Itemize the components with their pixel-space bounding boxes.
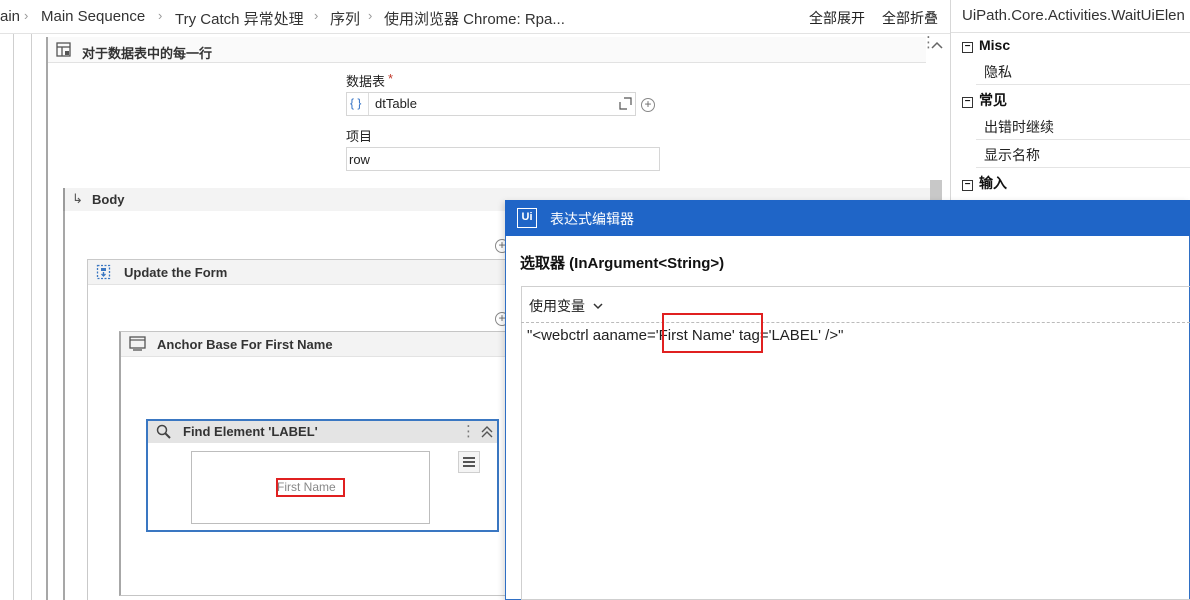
find-element-title: Find Element 'LABEL' (183, 424, 318, 439)
use-variable-label: 使用变量 (529, 298, 585, 314)
highlight-box (662, 313, 763, 353)
collapse-icon[interactable]: − (962, 180, 973, 191)
item-label: 项目 (346, 129, 373, 144)
datatable-label: 数据表 (346, 74, 386, 89)
body-left-border (63, 211, 65, 600)
for-each-row-title: 对于数据表中的每一行 (82, 46, 213, 61)
collapse-icon[interactable]: − (962, 97, 973, 108)
item-value: row (349, 152, 370, 167)
argument-type-label: 选取器 (InArgument<String>) (520, 255, 725, 272)
property-label: 显示名称 (984, 147, 1040, 163)
chevron-right-icon: › (314, 8, 319, 23)
search-icon (156, 424, 171, 439)
chevron-down-icon (593, 303, 603, 310)
property-label: 隐私 (984, 64, 1012, 80)
breadcrumb-item[interactable]: 序列 (330, 8, 360, 29)
double-chevron-up-icon[interactable] (480, 425, 494, 439)
chevron-right-icon: › (24, 8, 29, 23)
property-row[interactable]: 显示名称 (976, 142, 1190, 168)
breadcrumb-item[interactable]: Main Sequence (41, 8, 145, 25)
preview-label-text: First Name (277, 480, 336, 494)
expand-editor-icon[interactable] (619, 97, 632, 110)
sequence-icon (96, 264, 111, 280)
category-common[interactable]: − 常见 (962, 90, 1007, 110)
breadcrumb-item[interactable]: ain (0, 8, 20, 25)
category-label: 输入 (979, 175, 1007, 191)
use-variable-dropdown[interactable]: 使用变量 (529, 296, 603, 316)
more-options-icon[interactable]: ⋮ (461, 422, 476, 440)
breadcrumb-item[interactable]: Try Catch 异常处理 (175, 8, 304, 29)
divider (368, 93, 369, 115)
properties-title: UiPath.Core.Activities.WaitUiElen (962, 7, 1185, 24)
update-form-title: Update the Form (124, 265, 228, 280)
expression-brace-icon: { } (350, 96, 362, 110)
breadcrumb-item[interactable]: 使用浏览器 Chrome: Rpa... (384, 8, 565, 29)
chevron-right-icon: › (368, 8, 373, 23)
property-row[interactable]: 隐私 (976, 59, 1190, 85)
anchor-base-icon (129, 336, 146, 351)
anchor-base-title: Anchor Base For First Name (157, 337, 333, 352)
expand-all-button[interactable]: 全部展开 (809, 8, 865, 28)
collapse-icon[interactable] (930, 40, 944, 52)
property-label: 出错时继续 (984, 119, 1054, 135)
for-each-row-icon (56, 42, 71, 57)
uipath-logo-icon: Ui (517, 208, 537, 228)
dialog-title: 表达式编辑器 (550, 211, 634, 227)
category-misc[interactable]: − Misc (962, 37, 1010, 53)
add-variable-icon[interactable]: + (641, 98, 655, 112)
chevron-right-icon: › (158, 8, 163, 23)
hamburger-menu-icon[interactable] (458, 451, 480, 473)
category-label: 常见 (979, 92, 1007, 108)
required-mark: * (388, 71, 394, 86)
collapse-all-button[interactable]: 全部折叠 (882, 8, 938, 28)
body-arrow-icon: ↳ (72, 191, 83, 206)
body-title: Body (92, 192, 125, 207)
category-label: Misc (979, 37, 1011, 53)
sequence-guide-line (13, 34, 14, 600)
collapse-icon[interactable]: − (962, 42, 973, 53)
datatable-value: dtTable (375, 96, 417, 111)
editor-separator (521, 322, 1190, 323)
sequence-guide-line (31, 34, 32, 600)
item-field[interactable] (346, 147, 660, 171)
category-input[interactable]: − 输入 (962, 173, 1007, 193)
property-row[interactable]: 出错时继续 (976, 114, 1190, 140)
app-window: ain › Main Sequence › Try Catch 异常处理 › 序… (0, 0, 1190, 600)
divider (951, 32, 1190, 33)
